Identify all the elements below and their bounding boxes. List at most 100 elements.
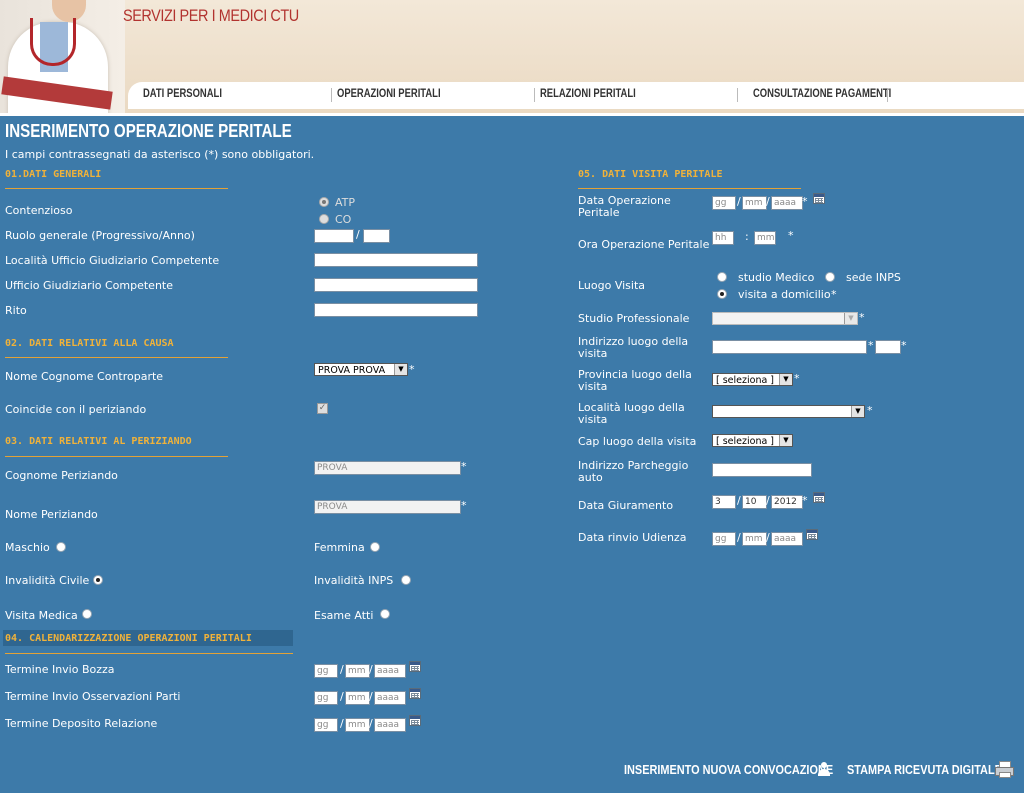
separator-slash: / (356, 228, 360, 241)
data-operazione-label-line2: Peritale (578, 206, 620, 219)
required-asterisk: * (794, 372, 800, 385)
time-separator: : (745, 230, 749, 243)
nav-consultazione-pagamenti[interactable]: CONSULTAZIONE PAGAMENTI (753, 88, 891, 100)
data-operazione-day-input[interactable]: gg (712, 196, 736, 210)
separator-slash: / (737, 494, 741, 507)
cognome-periziando-input[interactable]: PROVA (314, 461, 461, 475)
femmina-radio[interactable] (370, 542, 380, 552)
section-divider (5, 653, 293, 654)
esame-atti-radio[interactable] (380, 609, 390, 619)
indirizzo-visita-input[interactable] (712, 340, 867, 354)
termine-deposito-label: Termine Deposito Relazione (5, 717, 158, 730)
printer-icon[interactable] (995, 761, 1014, 778)
separator-slash: / (766, 195, 770, 208)
calendar-icon[interactable] (813, 193, 825, 204)
calendar-icon[interactable] (813, 492, 825, 503)
data-operazione-year-input[interactable]: aaaa (771, 196, 803, 210)
separator-slash: / (737, 195, 741, 208)
separator-slash: / (340, 717, 344, 730)
luogo-inps-radio[interactable] (825, 272, 835, 282)
nav-dati-personali[interactable]: DATI PERSONALI (143, 88, 222, 100)
invalidita-inps-radio[interactable] (401, 575, 411, 585)
nome-periziando-label: Nome Periziando (5, 508, 98, 521)
contenzioso-co-label: CO (335, 213, 352, 226)
chevron-down-icon: ▼ (779, 374, 792, 385)
section-title-dati-periziando: 03. DATI RELATIVI AL PERIZIANDO (5, 436, 192, 447)
data-giuramento-label: Data Giuramento (578, 499, 674, 512)
site-title: SERVIZI PER I MEDICI CTU (123, 6, 299, 25)
rinvio-day-input[interactable]: gg (712, 532, 736, 546)
person-icon[interactable] (817, 762, 831, 776)
deposito-year-input[interactable]: aaaa (374, 718, 406, 732)
calendar-icon[interactable] (409, 661, 421, 672)
giuramento-month-input[interactable]: 10 (742, 495, 767, 509)
required-asterisk: * (802, 195, 808, 208)
bozza-day-input[interactable]: gg (314, 664, 338, 678)
nav-operazioni-peritali[interactable]: OPERAZIONI PERITALI (337, 88, 441, 100)
contenzioso-co-radio[interactable] (319, 214, 329, 224)
stampa-ricevuta-link[interactable]: STAMPA RICEVUTA DIGITALE (847, 762, 1002, 777)
luogo-domicilio-radio[interactable] (717, 289, 727, 299)
giuramento-year-input[interactable]: 2012 (771, 495, 803, 509)
cap-selected-value: [ seleziona ] (716, 436, 775, 447)
giuramento-day-input[interactable]: 3 (712, 495, 736, 509)
ora-operazione-label: Ora Operazione Peritale (578, 238, 710, 251)
visita-medica-label: Visita Medica (5, 609, 78, 622)
ruolo-anno-input[interactable] (363, 229, 390, 243)
separator-slash: / (340, 663, 344, 676)
provincia-visita-select[interactable]: [ seleziona ] ▼ (712, 373, 793, 386)
rito-input[interactable] (314, 303, 478, 317)
luogo-studio-radio[interactable] (717, 272, 727, 282)
localita-ufficio-input[interactable] (314, 253, 478, 267)
controparte-select[interactable]: PROVA PROVA ▼ (314, 363, 408, 376)
rinvio-year-input[interactable]: aaaa (771, 532, 803, 546)
ruolo-progressivo-input[interactable] (314, 229, 354, 243)
nuova-convocazione-link[interactable]: INSERIMENTO NUOVA CONVOCAZIONE (624, 762, 833, 777)
provincia-selected-value: [ seleziona ] (716, 375, 775, 386)
ufficio-giudiziario-input[interactable] (314, 278, 478, 292)
data-rinvio-label: Data rinvio Udienza (578, 531, 687, 544)
deposito-day-input[interactable]: gg (314, 718, 338, 732)
localita-visita-label-line2: visita (578, 413, 608, 426)
contenzioso-label: Contenzioso (5, 204, 73, 217)
osservazioni-day-input[interactable]: gg (314, 691, 338, 705)
indirizzo-visita-label-line2: visita (578, 347, 608, 360)
calendar-icon[interactable] (409, 715, 421, 726)
nav-relazioni-peritali[interactable]: RELAZIONI PERITALI (540, 88, 636, 100)
osservazioni-year-input[interactable]: aaaa (374, 691, 406, 705)
cap-visita-label: Cap luogo della visita (578, 435, 697, 448)
parcheggio-input[interactable] (712, 463, 812, 477)
contenzioso-atp-radio[interactable] (319, 197, 329, 207)
calendar-icon[interactable] (409, 688, 421, 699)
coincide-checkbox[interactable]: ✓ (317, 403, 328, 414)
required-asterisk: * (409, 363, 415, 376)
ufficio-giudiziario-label: Ufficio Giudiziario Competente (5, 279, 173, 292)
cap-visita-select[interactable]: [ seleziona ] ▼ (712, 434, 793, 447)
bozza-year-input[interactable]: aaaa (374, 664, 406, 678)
visita-medica-radio[interactable] (82, 609, 92, 619)
required-asterisk: * (868, 339, 874, 352)
data-operazione-month-input[interactable]: mm (742, 196, 767, 210)
osservazioni-month-input[interactable]: mm (345, 691, 370, 705)
main-nav: DATI PERSONALI OPERAZIONI PERITALI RELAZ… (128, 82, 1024, 109)
cognome-periziando-label: Cognome Periziando (5, 469, 118, 482)
required-asterisk: * (831, 288, 837, 301)
contenzioso-atp-label: ATP (335, 196, 356, 209)
invalidita-civile-radio[interactable] (93, 575, 103, 585)
deposito-month-input[interactable]: mm (345, 718, 370, 732)
nome-periziando-input[interactable]: PROVA (314, 500, 461, 514)
maschio-radio[interactable] (56, 542, 66, 552)
separator-slash: / (766, 531, 770, 544)
controparte-label: Nome Cognome Controparte (5, 370, 164, 383)
bozza-month-input[interactable]: mm (345, 664, 370, 678)
localita-visita-select[interactable]: ▼ (712, 405, 865, 418)
ora-minute-input[interactable]: mm (754, 231, 776, 245)
calendar-icon[interactable] (806, 529, 818, 540)
required-asterisk: * (802, 494, 808, 507)
civico-visita-input[interactable] (875, 340, 901, 354)
required-asterisk: * (788, 229, 794, 242)
ora-hour-input[interactable]: hh (712, 231, 734, 245)
chevron-down-icon: ▼ (779, 435, 792, 446)
studio-professionale-select[interactable]: ▼ (712, 312, 858, 325)
rinvio-month-input[interactable]: mm (742, 532, 767, 546)
